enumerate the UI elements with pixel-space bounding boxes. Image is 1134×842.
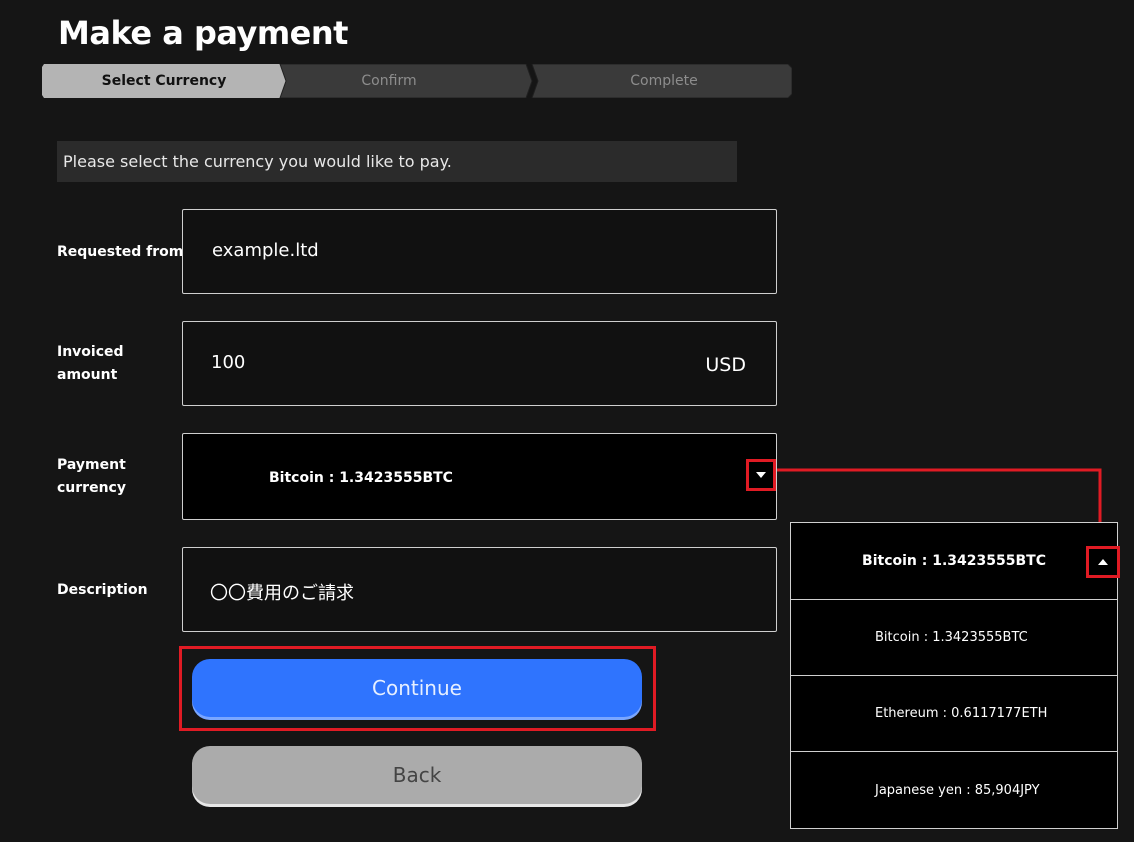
dropdown-selected-value: Bitcoin : 1.3423555BTC xyxy=(862,553,1046,569)
dropdown-option[interactable]: Bitcoin : 1.3423555BTC xyxy=(791,600,1117,676)
chevron-up-icon xyxy=(1098,559,1108,565)
dropdown-collapse-toggle[interactable] xyxy=(1086,546,1120,578)
currency-dropdown-list: Bitcoin : 1.3423555BTC Bitcoin : 1.34235… xyxy=(790,522,1118,829)
dropdown-option[interactable]: Ethereum : 0.6117177ETH xyxy=(791,676,1117,752)
dropdown-selected[interactable]: Bitcoin : 1.3423555BTC xyxy=(791,523,1117,600)
dropdown-option[interactable]: Japanese yen : 85,904JPY xyxy=(791,752,1117,828)
